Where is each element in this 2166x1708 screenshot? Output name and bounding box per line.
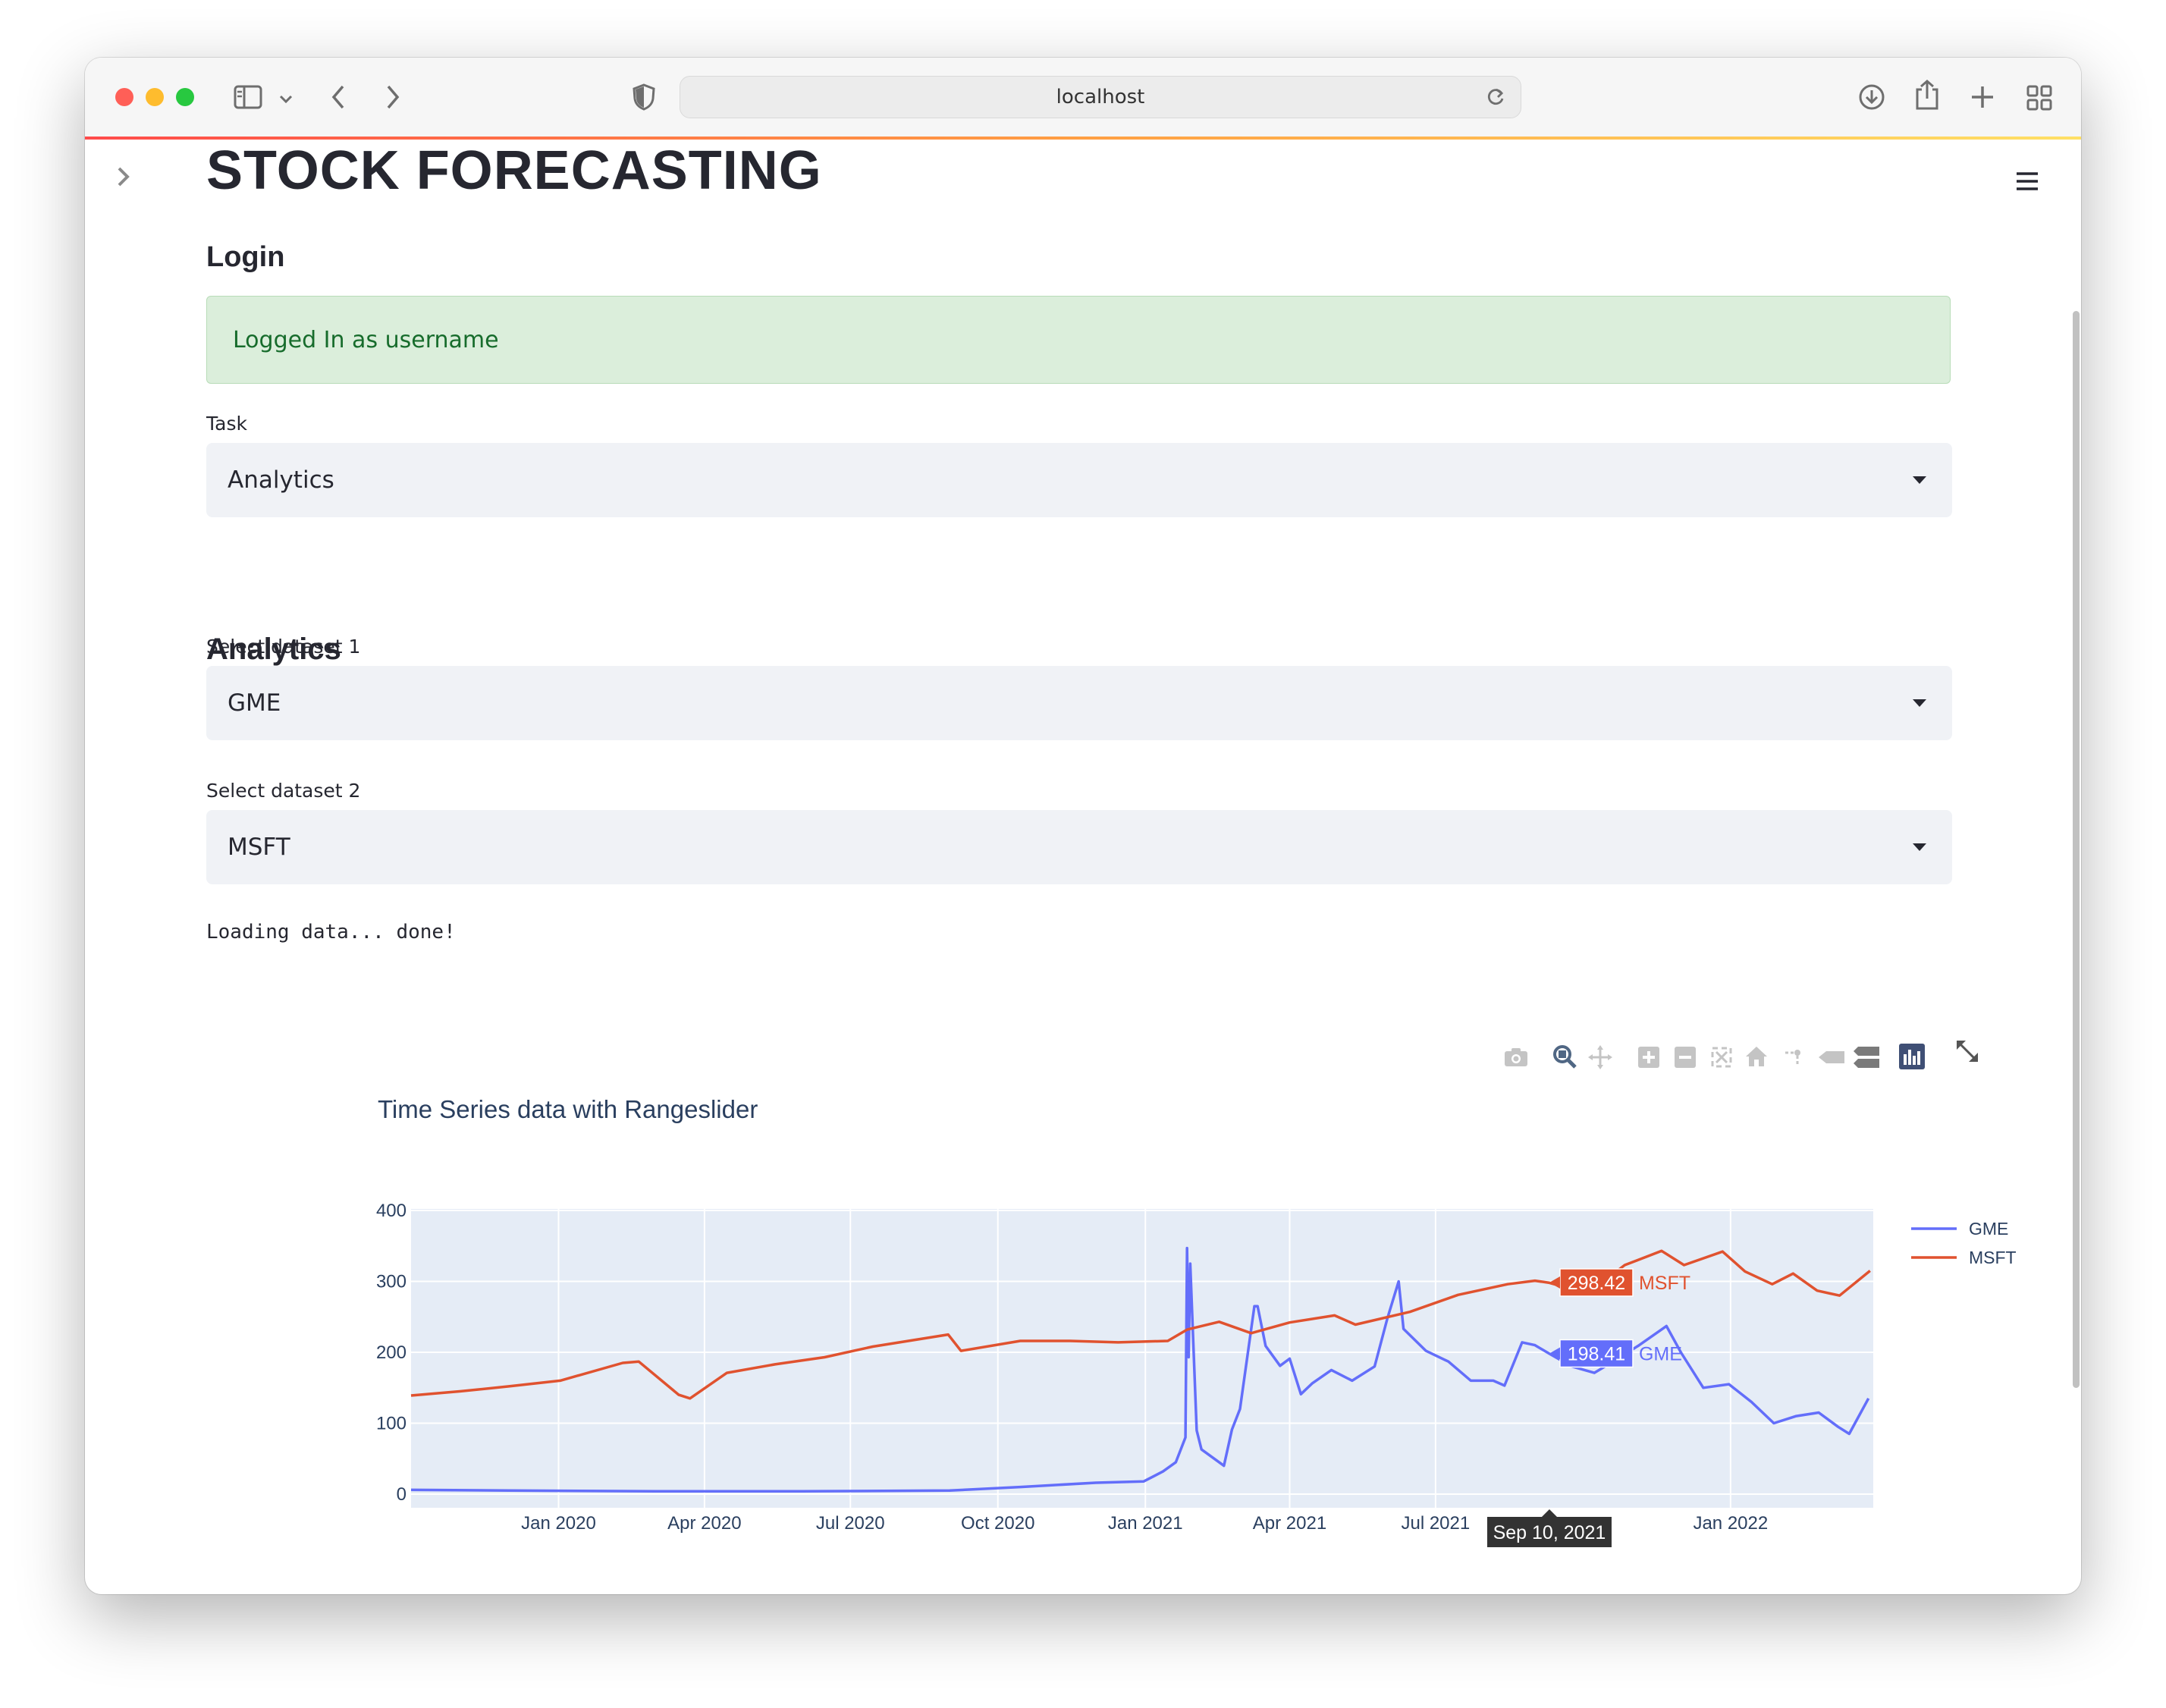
page-scrollbar[interactable] xyxy=(2073,311,2080,1388)
login-status-text: Logged In as username xyxy=(233,326,499,353)
y-tick-label: 0 xyxy=(397,1484,407,1505)
x-tick-label: Jan 2020 xyxy=(521,1513,596,1534)
app-content: STOCK FORECASTING Login Logged In as use… xyxy=(85,140,2081,1594)
task-select[interactable]: Analytics xyxy=(206,443,1952,517)
tab-overview-icon[interactable] xyxy=(2026,85,2052,114)
x-tick-label: Jan 2021 xyxy=(1108,1513,1183,1534)
login-heading: Login xyxy=(206,241,285,273)
legend-label-gme[interactable]: GME xyxy=(1969,1219,2008,1239)
chart-legend[interactable]: GME MSFT xyxy=(1911,1219,2017,1267)
sidebar-toggle-browser-icon[interactable] xyxy=(234,85,262,112)
page-title: STOCK FORECASTING xyxy=(206,140,822,201)
y-tick-label: 300 xyxy=(376,1272,407,1292)
y-tick-label: 100 xyxy=(376,1414,407,1434)
dataset2-label: Select dataset 2 xyxy=(206,780,361,802)
minimize-window-button[interactable] xyxy=(146,88,164,106)
dataset1-select-value: GME xyxy=(228,689,281,717)
hover-value-msft: 298.42 xyxy=(1568,1273,1625,1294)
loading-status-text: Loading data... done! xyxy=(206,921,456,943)
caret-down-icon xyxy=(1913,843,1926,851)
y-tick-label: 200 xyxy=(376,1342,407,1363)
caret-down-icon xyxy=(1913,476,1926,484)
forward-icon[interactable] xyxy=(385,83,400,114)
y-axis-ticks: 0 100 200 300 400 xyxy=(376,1201,407,1505)
y-tick-label: 400 xyxy=(376,1201,407,1221)
sidebar-toggle-icon[interactable] xyxy=(115,165,132,191)
x-tick-label: Jul 2021 xyxy=(1401,1513,1470,1534)
hover-date-pointer xyxy=(1541,1509,1557,1517)
dataset2-select[interactable]: MSFT xyxy=(206,810,1952,884)
browser-toolbar: localhost xyxy=(85,58,2081,137)
dataset1-select[interactable]: GME xyxy=(206,666,1952,740)
time-series-chart[interactable]: Time Series data with Rangeslider 0 100 20… xyxy=(229,1057,2019,1573)
download-icon[interactable] xyxy=(1858,83,1885,114)
hover-date-label: Sep 10, 2021 xyxy=(1493,1522,1606,1543)
x-tick-label: Jul 2020 xyxy=(816,1513,885,1534)
caret-down-icon xyxy=(1913,699,1926,707)
share-icon[interactable] xyxy=(1914,79,1940,114)
address-bar[interactable]: localhost xyxy=(680,76,1521,118)
close-window-button[interactable] xyxy=(115,88,133,106)
hover-value-gme: 198.41 xyxy=(1568,1343,1625,1364)
hover-series-name: MSFT xyxy=(1639,1273,1690,1294)
hover-series-name: GME xyxy=(1639,1343,1682,1364)
x-tick-label: Apr 2021 xyxy=(1253,1513,1326,1534)
zoom-window-button[interactable] xyxy=(176,88,194,106)
dataset2-select-value: MSFT xyxy=(228,834,290,861)
url-text: localhost xyxy=(1056,86,1145,108)
x-tick-label: Jan 2022 xyxy=(1693,1513,1768,1534)
reload-icon[interactable] xyxy=(1486,86,1505,113)
chart-title: Time Series data with Rangeslider xyxy=(378,1095,758,1123)
privacy-shield-icon[interactable] xyxy=(633,83,655,114)
browser-window: localhost STOCK FORECASTING Login Logged… xyxy=(85,58,2081,1594)
new-tab-icon[interactable] xyxy=(1970,85,1995,112)
hamburger-menu-icon[interactable] xyxy=(2016,171,2039,194)
login-status-alert: Logged In as username xyxy=(206,296,1951,384)
back-icon[interactable] xyxy=(331,83,346,114)
task-label: Task xyxy=(206,413,247,435)
chevron-down-icon[interactable] xyxy=(279,93,293,107)
x-tick-label: Apr 2020 xyxy=(667,1513,741,1534)
dataset1-label: Select dataset 1 xyxy=(206,636,361,658)
legend-label-msft[interactable]: MSFT xyxy=(1969,1248,2017,1267)
x-tick-label: Oct 2020 xyxy=(961,1513,1034,1534)
task-select-value: Analytics xyxy=(228,466,334,494)
